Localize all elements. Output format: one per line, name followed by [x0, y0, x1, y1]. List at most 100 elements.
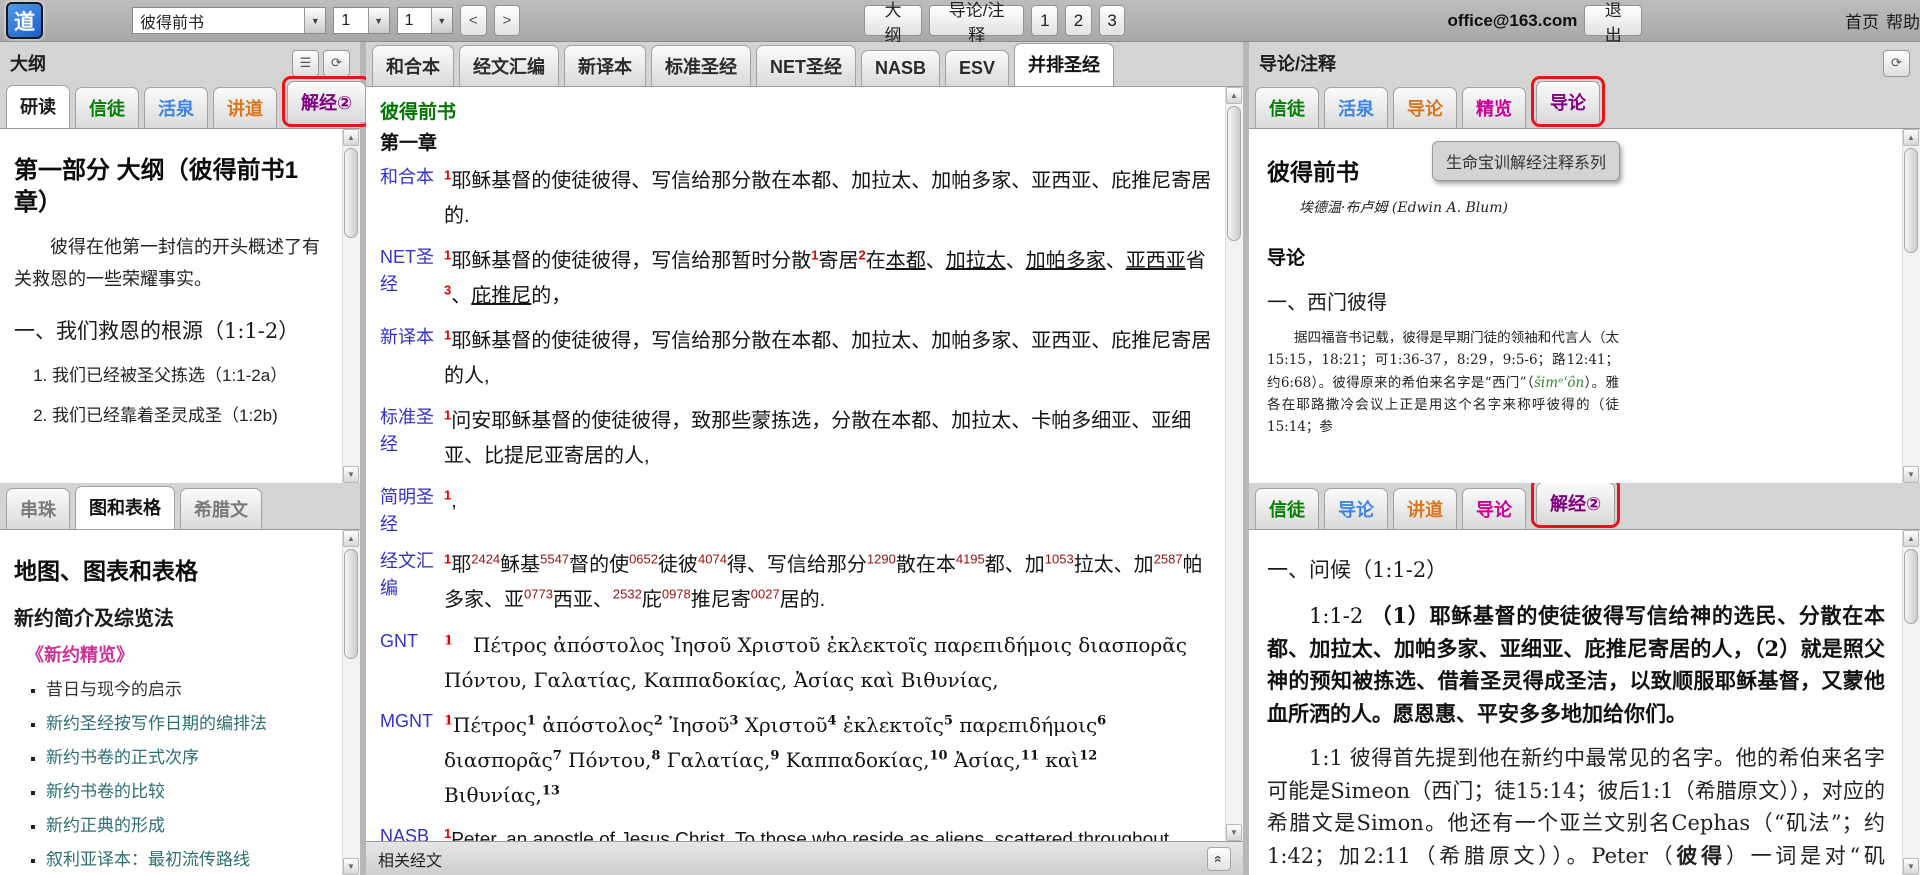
- tab-xintu[interactable]: 信徒: [75, 87, 139, 128]
- tab-chuanzhu[interactable]: 串珠: [6, 488, 70, 529]
- text-segment-str[interactable]: 1053: [1045, 551, 1074, 566]
- home-link[interactable]: 首页: [1845, 8, 1879, 33]
- tab-daolun-blue[interactable]: 导论: [1324, 488, 1388, 529]
- text-segment-str[interactable]: 1290: [867, 551, 896, 566]
- scrollbar[interactable]: ▲ ▼: [1225, 87, 1243, 841]
- tab-jiangdao-r[interactable]: 讲道: [1393, 488, 1457, 529]
- chart-link[interactable]: 新约书卷的正式次序: [46, 743, 329, 768]
- tab-jiejing2[interactable]: 解经②: [287, 81, 366, 122]
- scrollbar[interactable]: ▲ ▼: [342, 530, 360, 875]
- text-segment-u[interactable]: 庇推尼: [471, 285, 531, 307]
- tab-jiejing2-r[interactable]: 解经②: [1536, 482, 1615, 523]
- tab-xintu-r2[interactable]: 信徒: [1255, 488, 1319, 529]
- columns-2-button[interactable]: 2: [1065, 5, 1092, 36]
- scroll-up-icon[interactable]: ▲: [1226, 87, 1242, 104]
- tab-bingpai[interactable]: 并排圣经: [1014, 43, 1114, 86]
- chart-link[interactable]: 昔日与现今的启示: [46, 675, 329, 700]
- prev-button[interactable]: <: [460, 5, 487, 36]
- chart-link[interactable]: 新约书卷的比较: [46, 777, 329, 802]
- tab-daolun-purple[interactable]: 导论: [1536, 81, 1600, 122]
- text-segment-str[interactable]: 0773: [524, 586, 553, 601]
- version-link[interactable]: 标准圣经: [380, 404, 444, 474]
- outline-toggle-button[interactable]: 大纲: [864, 5, 922, 36]
- text-segment-str[interactable]: 4074: [698, 551, 727, 566]
- text-segment-str[interactable]: 2532: [613, 586, 642, 601]
- scroll-up-icon[interactable]: ▲: [343, 129, 359, 146]
- chart-link[interactable]: 新约正典的形成: [46, 811, 329, 836]
- outline-panel: 大纲 ☰ ⟳ 研读信徒活泉讲道解经② 第一部分 大纲（彼得前书1章） 彼得在他第…: [0, 42, 360, 875]
- scroll-down-icon[interactable]: ▼: [1903, 858, 1919, 875]
- help-link[interactable]: 帮助: [1886, 8, 1920, 33]
- scroll-down-icon[interactable]: ▼: [1903, 466, 1919, 483]
- scroll-thumb[interactable]: [1904, 148, 1918, 253]
- scroll-thumb[interactable]: [344, 549, 358, 659]
- tab-jiangdao[interactable]: 讲道: [213, 87, 277, 128]
- scroll-thumb[interactable]: [1227, 106, 1241, 241]
- scroll-thumb[interactable]: [1904, 549, 1918, 624]
- tab-hehe[interactable]: 和合本: [372, 45, 454, 86]
- version-link[interactable]: 和合本: [380, 164, 444, 234]
- text-segment-wsup: 12: [1079, 748, 1097, 763]
- scroll-thumb[interactable]: [344, 148, 358, 238]
- tab-esv[interactable]: ESV: [945, 50, 1009, 86]
- tab-huoquan-r[interactable]: 活泉: [1324, 87, 1388, 128]
- version-link[interactable]: 经文汇编: [380, 548, 444, 618]
- scroll-down-icon[interactable]: ▼: [1226, 824, 1242, 841]
- list-view-icon[interactable]: ☰: [292, 50, 319, 77]
- scroll-up-icon[interactable]: ▲: [1903, 530, 1919, 547]
- expand-panel-button[interactable]: «: [1207, 847, 1231, 871]
- columns-1-button[interactable]: 1: [1031, 5, 1058, 36]
- scrollbar[interactable]: ▲ ▼: [1902, 530, 1920, 875]
- tab-tuhebiaoge[interactable]: 图和表格: [75, 486, 175, 529]
- version-link[interactable]: GNT: [380, 628, 444, 698]
- scrollbar[interactable]: ▲ ▼: [1902, 129, 1920, 483]
- tab-biaozhun[interactable]: 标准圣经: [651, 45, 751, 86]
- version-link[interactable]: 新译本: [380, 324, 444, 394]
- scroll-up-icon[interactable]: ▲: [1903, 129, 1919, 146]
- logout-button[interactable]: 退出: [1584, 5, 1642, 36]
- text-segment-str[interactable]: 0027: [751, 586, 780, 601]
- columns-3-button[interactable]: 3: [1099, 5, 1126, 36]
- text-segment-u[interactable]: 加拉太: [946, 250, 1006, 272]
- chart-link[interactable]: 新约圣经按写作日期的编排法: [46, 709, 329, 734]
- chart-link[interactable]: 叙利亚译本：最初流传路线: [46, 845, 329, 870]
- related-verses-bar[interactable]: 相关经文 «: [366, 841, 1243, 875]
- scroll-down-icon[interactable]: ▼: [343, 466, 359, 483]
- refresh-icon[interactable]: ⟳: [1883, 50, 1910, 77]
- text-segment-str[interactable]: 0652: [629, 551, 658, 566]
- scroll-down-icon[interactable]: ▼: [343, 858, 359, 875]
- scrollbar[interactable]: ▲ ▼: [342, 129, 360, 483]
- tab-nasb[interactable]: NASB: [861, 50, 940, 86]
- outline-heading: 第一部分 大纲（彼得前书1章）: [14, 155, 329, 220]
- version-link[interactable]: NET圣经: [380, 244, 444, 314]
- tab-xinyiben[interactable]: 新译本: [564, 45, 646, 86]
- tab-yandu[interactable]: 研读: [6, 85, 70, 128]
- text-segment-str[interactable]: 5547: [540, 551, 569, 566]
- version-link[interactable]: 简明圣经: [380, 484, 444, 538]
- text-segment-str[interactable]: 2424: [471, 551, 500, 566]
- next-button[interactable]: >: [494, 5, 521, 36]
- text-segment-str[interactable]: 2587: [1154, 551, 1183, 566]
- tab-net[interactable]: NET圣经: [756, 45, 856, 86]
- text-segment-str[interactable]: 4195: [956, 551, 985, 566]
- tab-xintu-r[interactable]: 信徒: [1255, 87, 1319, 128]
- tab-jingwenhuibian[interactable]: 经文汇编: [459, 45, 559, 86]
- version-link[interactable]: NASB: [380, 823, 444, 841]
- verse-select[interactable]: 1 ▼: [397, 7, 453, 34]
- text-segment-u[interactable]: 亚西亚: [1126, 250, 1186, 272]
- tab-daolun-magenta[interactable]: 导论: [1462, 488, 1526, 529]
- refresh-icon[interactable]: ⟳: [323, 50, 350, 77]
- app-logo[interactable]: 道: [6, 2, 43, 39]
- scroll-up-icon[interactable]: ▲: [343, 530, 359, 547]
- intro-notes-toggle-button[interactable]: 导论/注释: [929, 5, 1025, 36]
- tab-daolun-orange[interactable]: 导论: [1393, 87, 1457, 128]
- text-segment-str[interactable]: 0978: [662, 586, 691, 601]
- book-select[interactable]: 彼得前书 ▼: [132, 7, 326, 34]
- tab-xilawen[interactable]: 希腊文: [180, 488, 262, 529]
- chapter-select[interactable]: 1 ▼: [333, 7, 389, 34]
- version-link[interactable]: MGNT: [380, 708, 444, 813]
- tab-huoquan[interactable]: 活泉: [144, 87, 208, 128]
- text-segment-u[interactable]: 加帕多家: [1026, 250, 1106, 272]
- tab-jinglan[interactable]: 精览: [1462, 87, 1526, 128]
- text-segment-u[interactable]: 本都: [886, 250, 926, 272]
